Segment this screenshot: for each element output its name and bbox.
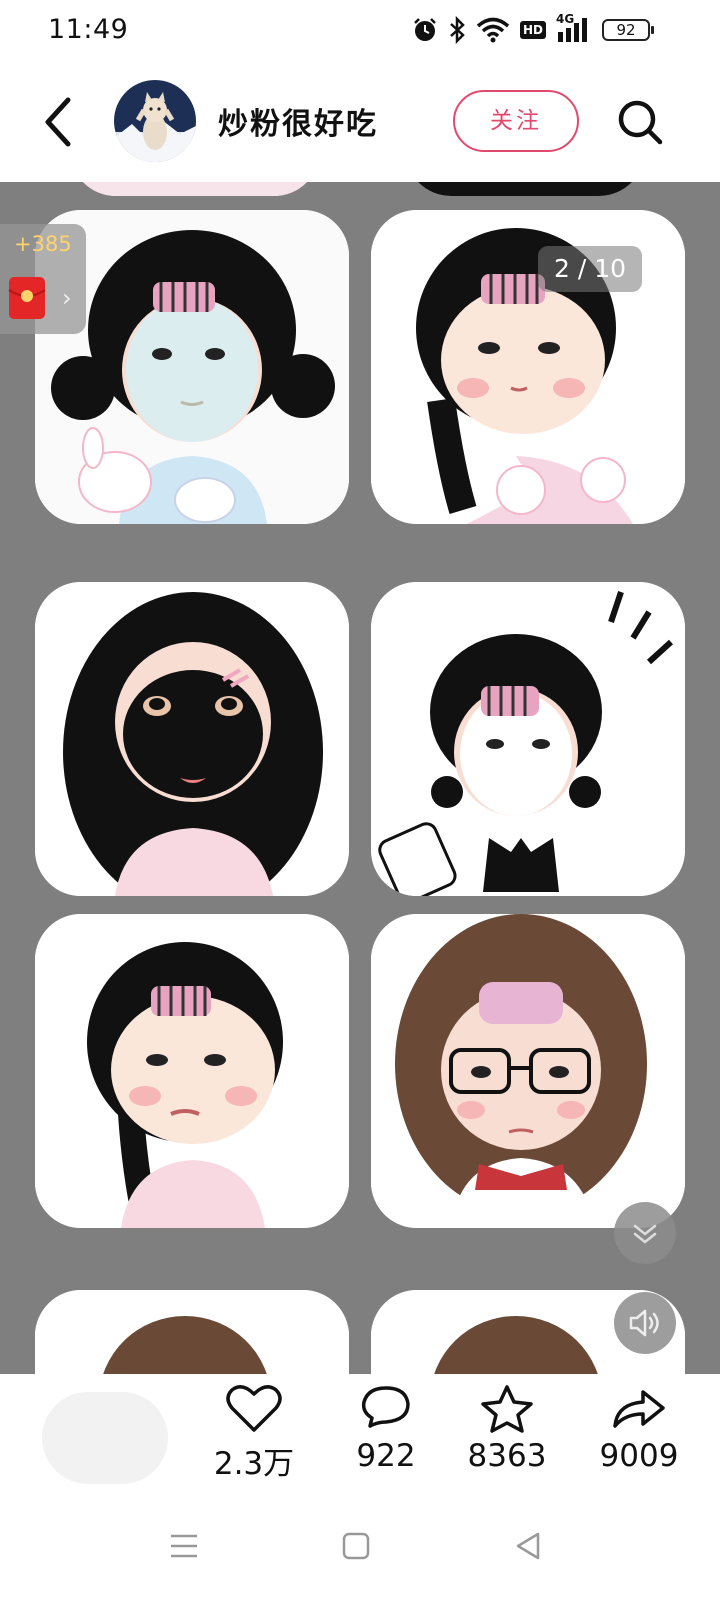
signal-icon: 4G <box>556 12 592 44</box>
like-count: 2.3万 <box>213 1446 295 1482</box>
wifi-icon <box>476 17 510 43</box>
back-triangle-icon[interactable] <box>512 1530 544 1562</box>
author-name[interactable]: 炒粉很好吃 <box>218 99 378 143</box>
header: 炒粉很好吃 关注 <box>0 64 720 182</box>
heart-icon <box>226 1385 282 1432</box>
partial-card-top-left <box>70 182 320 196</box>
share-arrow-icon <box>613 1390 665 1428</box>
avatar-illustration-6 <box>371 914 685 1228</box>
avatar-illustration-4 <box>371 582 685 896</box>
avatar-illustration-3 <box>35 582 349 896</box>
action-bar: 2.3万 922 8363 9009 <box>0 1374 720 1500</box>
double-chevron-down-icon <box>633 1224 657 1244</box>
alarm-icon <box>414 18 436 41</box>
like-button[interactable]: 2.3万 <box>199 1384 309 1483</box>
comment-button[interactable]: 922 <box>331 1384 441 1474</box>
favorite-count: 8363 <box>467 1438 547 1474</box>
red-envelope-icon <box>8 277 46 319</box>
star-icon <box>481 1385 533 1433</box>
system-nav-bar <box>0 1500 720 1600</box>
battery-icon: 92 <box>602 19 654 41</box>
avatar-illustration-2: 2 / 10 <box>371 210 685 524</box>
status-bar: 11:49 HD 4G 92 <box>0 0 720 64</box>
comment-bubble-icon <box>361 1386 410 1428</box>
comment-count: 922 <box>356 1438 416 1474</box>
volume-button[interactable] <box>614 1292 676 1354</box>
status-icons: HD 4G 92 <box>412 12 654 44</box>
share-button[interactable]: 9009 <box>584 1384 694 1474</box>
follow-button[interactable]: 关注 <box>453 90 579 152</box>
partial-card-bottom-left <box>35 1290 349 1374</box>
reward-widget[interactable]: +385 › <box>0 224 86 334</box>
search-icon[interactable] <box>616 98 664 146</box>
favorite-button[interactable]: 8363 <box>452 1384 562 1474</box>
avatar-illustration-5 <box>35 914 349 1228</box>
reward-count: +385 <box>14 232 72 256</box>
page-indicator: 2 / 10 <box>538 246 642 292</box>
post-image-gallery[interactable]: 2 / 10 +385 › <box>0 182 720 1374</box>
menu-icon[interactable] <box>168 1530 200 1562</box>
partial-card-top-right <box>405 182 645 196</box>
hd-icon: HD <box>519 21 546 39</box>
back-icon[interactable] <box>38 94 78 150</box>
avatar[interactable] <box>114 80 196 162</box>
comment-input[interactable] <box>42 1392 168 1484</box>
scroll-down-button[interactable] <box>614 1202 676 1264</box>
share-count: 9009 <box>599 1438 679 1474</box>
bluetooth-icon <box>450 16 465 44</box>
speaker-icon <box>629 1309 659 1337</box>
reward-chevron-icon: › <box>62 284 72 312</box>
status-time: 11:49 <box>48 14 129 45</box>
home-icon[interactable] <box>340 1530 372 1562</box>
